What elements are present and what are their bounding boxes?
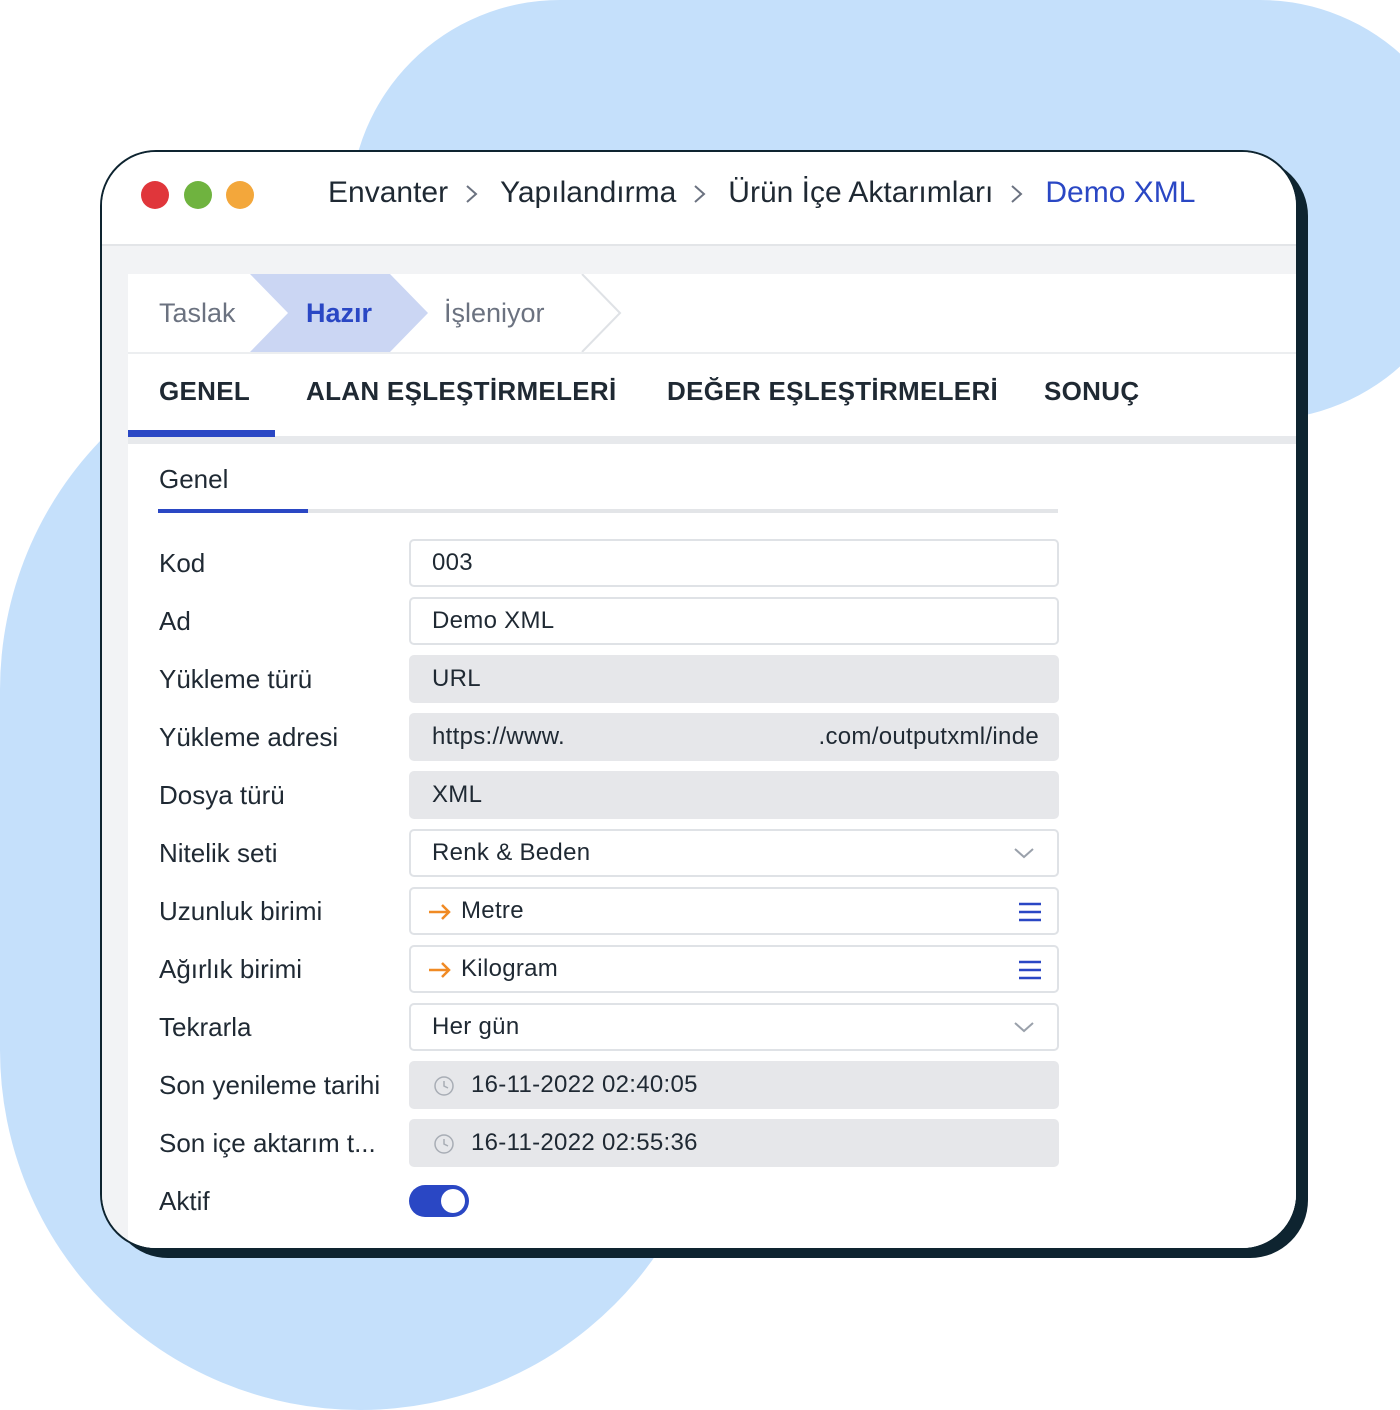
tab-sonuc[interactable]: SONUÇ <box>1044 376 1139 407</box>
label-uzunluk-birimi: Uzunluk birimi <box>159 896 323 926</box>
tekrarla-select[interactable]: Her gün <box>409 1003 1059 1051</box>
yukleme-adresi-value-end: .com/outputxml/inde <box>818 723 1039 750</box>
row-dosya-turu: Dosya türü XML <box>159 771 1059 819</box>
son-yenileme-field: 16-11-2022 02:40:05 <box>409 1061 1059 1109</box>
step-arrow-separator <box>581 274 622 352</box>
label-tekrarla: Tekrarla <box>159 1012 252 1042</box>
menu-icon[interactable] <box>1017 958 1043 982</box>
breadcrumb-item-envanter[interactable]: Envanter <box>328 176 448 210</box>
yukleme-adresi-field: https://www. .com/outputxml/inde <box>409 713 1059 761</box>
label-yukleme-adresi: Yükleme adresi <box>159 722 339 752</box>
yukleme-adresi-value-start: https://www. <box>432 723 565 750</box>
label-son-yenileme: Son yenileme tarihi <box>159 1070 381 1100</box>
chevron-right-icon <box>694 185 706 203</box>
agirlik-birimi-value: Kilogram <box>461 955 559 982</box>
tab-bar: GENEL ALAN EŞLEŞTİRMELERİ DEĞER EŞLEŞTİR… <box>128 354 1296 444</box>
breadcrumb-current: Demo XML <box>1045 176 1196 209</box>
content-area: Taslak Hazır İşleniyor GENEL ALAN EŞLEŞT… <box>102 246 1296 1248</box>
arrow-right-icon <box>429 904 451 920</box>
row-yukleme-turu: Yükleme türü URL <box>159 655 1059 703</box>
tab-deger-eslestirmeleri[interactable]: DEĞER EŞLEŞTİRMELERİ <box>667 376 998 407</box>
chevron-down-icon[interactable] <box>1013 844 1035 862</box>
label-yukleme-turu: Yükleme türü <box>159 664 313 694</box>
label-son-ice-aktarim: Son içe aktarım t... <box>159 1128 376 1158</box>
clock-icon <box>434 1076 454 1096</box>
ad-value: Demo XML <box>432 607 555 634</box>
breadcrumb: Envanter Yapılandırma Ürün İçe Aktarımla… <box>328 176 1195 210</box>
kod-value: 003 <box>432 549 473 576</box>
uzunluk-birimi-value: Metre <box>461 897 524 924</box>
app-window: Envanter Yapılandırma Ürün İçe Aktarımla… <box>100 150 1298 1250</box>
maximize-window-dot[interactable] <box>184 181 212 209</box>
section-title: Genel <box>159 464 229 494</box>
row-uzunluk-birimi: Uzunluk birimi Metre <box>159 887 1059 935</box>
dosya-turu-field: XML <box>409 771 1059 819</box>
step-taslak[interactable]: Taslak <box>159 274 236 352</box>
menu-icon[interactable] <box>1017 900 1043 924</box>
row-nitelik-seti: Nitelik seti Renk & Beden <box>159 829 1059 877</box>
title-bar: Envanter Yapılandırma Ürün İçe Aktarımla… <box>102 152 1296 246</box>
row-tekrarla: Tekrarla Her gün <box>159 1003 1059 1051</box>
son-yenileme-value: 16-11-2022 02:40:05 <box>471 1071 698 1098</box>
section-divider-active <box>158 509 308 513</box>
yukleme-turu-field: URL <box>409 655 1059 703</box>
chevron-down-icon[interactable] <box>1013 1018 1035 1036</box>
aktif-toggle[interactable] <box>409 1185 469 1217</box>
step-isleniyor[interactable]: İşleniyor <box>444 274 545 352</box>
active-tab-indicator <box>128 430 275 437</box>
clock-icon <box>434 1134 454 1154</box>
label-aktif: Aktif <box>159 1186 210 1216</box>
tab-alan-eslestirmeleri[interactable]: ALAN EŞLEŞTİRMELERİ <box>306 376 617 407</box>
label-kod: Kod <box>159 548 206 578</box>
uzunluk-birimi-field[interactable]: Metre <box>409 887 1059 935</box>
chevron-right-icon <box>466 185 478 203</box>
row-kod: Kod 003 <box>159 539 1059 587</box>
close-window-dot[interactable] <box>141 181 169 209</box>
breadcrumb-item-urun-ice-aktarimlari[interactable]: Ürün İçe Aktarımları <box>728 176 993 210</box>
label-nitelik-seti: Nitelik seti <box>159 838 278 868</box>
row-son-yenileme: Son yenileme tarihi 16-11-2022 02:40:05 <box>159 1061 1059 1109</box>
tab-genel[interactable]: GENEL <box>159 376 250 407</box>
dosya-turu-value: XML <box>432 781 483 808</box>
breadcrumb-item-yapilandirma[interactable]: Yapılandırma <box>500 176 676 210</box>
row-son-ice-aktarim: Son içe aktarım t... 16-11-2022 02:55:36 <box>159 1119 1059 1167</box>
arrow-right-icon <box>429 962 451 978</box>
son-ice-aktarim-field: 16-11-2022 02:55:36 <box>409 1119 1059 1167</box>
label-agirlik-birimi: Ağırlık birimi <box>159 954 303 984</box>
tekrarla-value: Her gün <box>432 1013 520 1040</box>
row-agirlik-birimi: Ağırlık birimi Kilogram <box>159 945 1059 993</box>
step-hazir[interactable]: Hazır <box>306 274 372 352</box>
minimize-window-dot[interactable] <box>226 181 254 209</box>
status-steps: Taslak Hazır İşleniyor <box>128 274 1296 354</box>
yukleme-turu-value: URL <box>432 665 481 692</box>
row-ad: Ad Demo XML <box>159 597 1059 645</box>
row-aktif: Aktif <box>159 1177 1059 1225</box>
agirlik-birimi-field[interactable]: Kilogram <box>409 945 1059 993</box>
label-ad: Ad <box>159 606 191 636</box>
nitelik-seti-select[interactable]: Renk & Beden <box>409 829 1059 877</box>
kod-input[interactable]: 003 <box>409 539 1059 587</box>
row-yukleme-adresi: Yükleme adresi https://www. .com/outputx… <box>159 713 1059 761</box>
ad-input[interactable]: Demo XML <box>409 597 1059 645</box>
toggle-knob <box>441 1189 465 1213</box>
nitelik-seti-value: Renk & Beden <box>432 839 591 866</box>
label-dosya-turu: Dosya türü <box>159 780 285 810</box>
form-panel: Taslak Hazır İşleniyor GENEL ALAN EŞLEŞT… <box>128 274 1296 1248</box>
chevron-right-icon <box>1011 185 1023 203</box>
son-ice-aktarim-value: 16-11-2022 02:55:36 <box>471 1129 698 1156</box>
